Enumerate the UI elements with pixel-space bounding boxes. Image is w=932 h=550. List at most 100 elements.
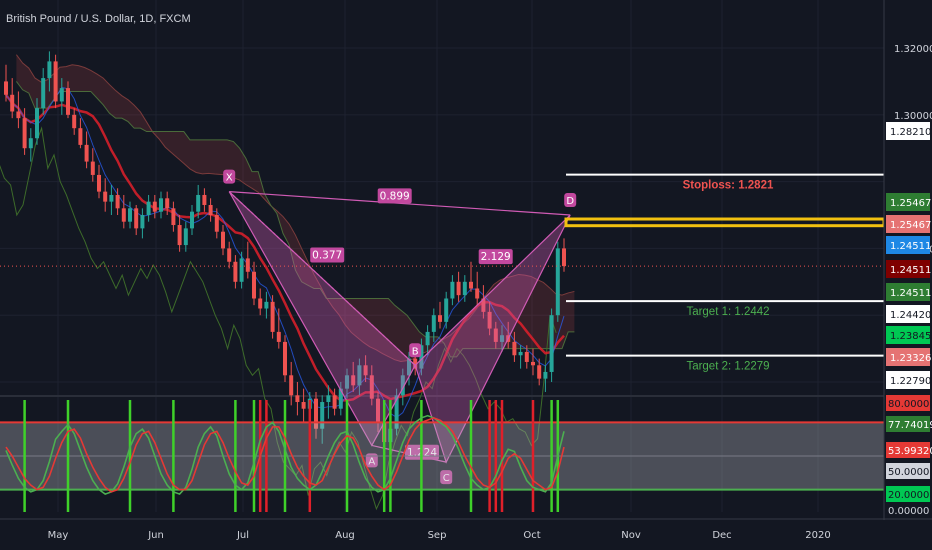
candle-body [537,365,542,379]
candle-body [444,298,449,322]
candle-body [276,331,281,342]
oscillator-tag-label: 77.74019 [888,420,932,431]
candle-body [543,371,548,379]
candle-body [109,194,114,202]
candle-body [233,261,238,282]
candle-body [134,208,139,229]
candle-body [301,402,306,409]
candle-body [289,375,294,396]
stoploss-label: Stoploss: 1.2821 [683,180,774,192]
chart-canvas[interactable]: XABCD0.8990.3772.1291.224 Stoploss: 1.28… [0,0,932,550]
pattern-ratio-label: 2.129 [481,251,511,263]
candle-body [549,315,554,372]
candle-body [128,208,132,222]
candle-body [152,201,157,212]
price-tag-label: 1.24511 [890,288,931,299]
candle-body [475,288,480,299]
price-tag-label: 1.24420 [890,310,931,321]
candle-body [450,281,455,299]
candle-body [270,301,275,332]
candle-body [469,281,473,289]
price-tick-label: 1.32000 [894,44,932,55]
candle-body [41,78,46,109]
price-tag-label: 1.28210 [890,127,931,138]
price-tag-label: 1.25467 [890,220,931,231]
candle-body [146,201,151,216]
candle-body [121,208,126,222]
candle-body [438,315,442,322]
chart-title: British Pound / U.S. Dollar, 1D, FXCM [6,13,191,25]
candle-body [84,144,89,162]
candle-body [115,194,120,209]
oscillator-tag-label: 80.00000 [888,399,932,410]
pattern-ratio-label: 0.899 [380,190,410,202]
candle-body [66,88,70,115]
price-tag-label: 1.22790 [890,376,931,387]
time-tick-label: Jun [147,530,164,541]
candle-body [326,395,331,403]
candle-body [35,108,39,139]
candle-body [208,204,213,216]
candle-body [196,194,201,212]
time-tick-label: May [48,530,69,541]
pattern-point-d-label: D [566,196,574,207]
candle-body [59,88,64,102]
candle-body [72,114,77,129]
candle-body [518,351,523,356]
candle-body [221,231,225,249]
candle-body [555,248,560,316]
candle-body [512,341,517,356]
candle-body [159,198,163,212]
candle-body [140,215,145,229]
candle-body [28,138,33,149]
pattern-point-b-label: B [412,346,419,357]
candle-body [524,351,529,362]
candle-body [252,271,256,299]
candle-body [177,225,182,246]
candle-body [258,298,263,309]
candle-body [227,248,232,262]
candle-body [456,281,461,296]
target-2-label: Target 2: 1.2279 [686,361,769,373]
time-tick-label: Jul [236,530,249,541]
candle-body [264,301,269,309]
oscillator-tag-label: 0.00000 [888,506,929,517]
time-tick-label: Oct [523,530,540,541]
candle-body [97,174,101,192]
candle-body [165,198,170,209]
candle-body [103,191,108,202]
candle-body [214,215,219,232]
target-1-label: Target 1: 1.2442 [686,306,769,318]
price-tick-label: 1.30000 [894,111,932,122]
candle-body [431,315,436,332]
time-tick-label: Nov [621,530,641,541]
candle-body [295,395,300,403]
candle-body [190,211,194,229]
candle-body [78,128,83,145]
price-tag-label: 1.24511 [890,241,931,252]
price-tag-label: 1.23845 [890,331,931,342]
price-tag-label: 1.25467 [890,198,931,209]
price-tag-label: 1.24511 [890,265,931,276]
oscillator-tag-label: 20.00000 [888,490,932,501]
candle-body [90,161,95,175]
candle-body [47,61,52,79]
candle-body [183,228,188,246]
candle-body [171,208,176,226]
candle-body [245,258,250,272]
time-tick-label: Aug [335,530,355,541]
time-tick-label: Sep [428,530,447,541]
pattern-ratio-label: 0.377 [312,249,342,261]
price-tag-label: 1.23326 [890,353,931,364]
candle-body [53,61,58,102]
candle-body [332,395,337,409]
time-tick-label: Dec [712,530,731,541]
pattern-point-x-label: X [226,173,233,184]
candle-body [462,281,467,296]
candle-body [562,248,566,267]
oscillator-tag-label: 50.00000 [888,467,932,478]
candle-body [425,331,430,346]
candle-body [16,111,21,119]
candle-body [283,341,287,376]
candle-body [10,94,15,112]
